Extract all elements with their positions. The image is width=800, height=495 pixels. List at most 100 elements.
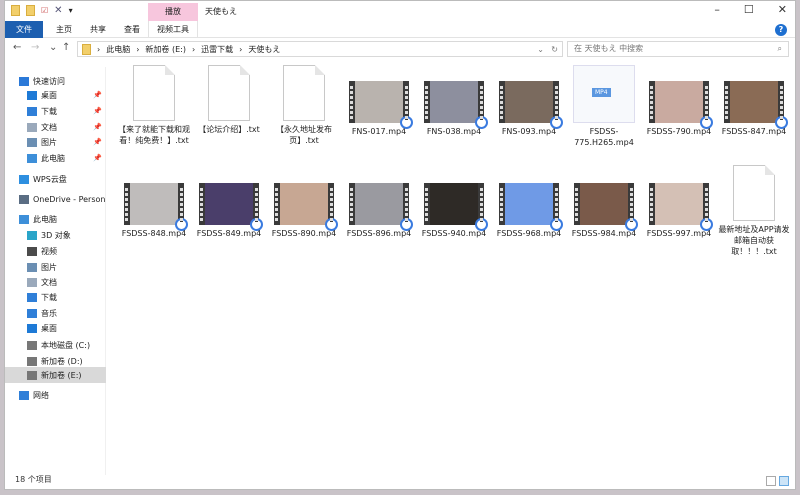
refresh-icon[interactable]: ↻ bbox=[551, 45, 558, 54]
tab-home[interactable]: 主页 bbox=[45, 21, 83, 38]
folder-icon bbox=[11, 5, 20, 16]
folder-icon bbox=[82, 43, 91, 55]
file-item[interactable]: 【永久地址发布页】.txt bbox=[267, 65, 341, 146]
help-icon[interactable]: ? bbox=[775, 24, 787, 36]
pin-icon[interactable]: 📌 bbox=[93, 107, 102, 115]
file-name: 最新地址及APP请发邮箱自动获取！！！.txt bbox=[718, 225, 790, 256]
tab-share[interactable]: 共享 bbox=[79, 21, 117, 38]
file-item[interactable]: FSDSS-847.mp4 bbox=[717, 65, 791, 137]
file-item[interactable]: FNS-017.mp4 bbox=[342, 65, 416, 137]
tab-view[interactable]: 查看 bbox=[113, 21, 151, 38]
video-thumbnail bbox=[499, 81, 563, 129]
file-item[interactable]: FSDSS-890.mp4 bbox=[267, 183, 341, 239]
breadcrumb-current[interactable]: 天使もえ bbox=[248, 44, 280, 55]
video-thumbnail bbox=[574, 183, 638, 231]
video-thumbnail bbox=[499, 183, 563, 231]
file-item[interactable]: FSDSS-997.mp4 bbox=[642, 183, 716, 239]
desktop-icon bbox=[27, 323, 37, 333]
maximize-button[interactable]: ☐ bbox=[744, 3, 754, 16]
pin-icon[interactable]: 📌 bbox=[93, 123, 102, 131]
pin-icon[interactable]: 📌 bbox=[93, 91, 102, 99]
large-icons-view-button[interactable] bbox=[779, 476, 789, 486]
sidebar-item[interactable]: 图片 📌 bbox=[5, 134, 106, 150]
videos-icon bbox=[27, 246, 37, 256]
video-thumbnail bbox=[649, 183, 713, 231]
file-item[interactable]: FSDSS-849.mp4 bbox=[192, 183, 266, 239]
file-item[interactable]: 【来了就能下载和观看！纯免费！】.txt bbox=[117, 65, 191, 146]
recent-locations-button[interactable]: ⌄ bbox=[49, 42, 57, 53]
sidebar-item[interactable]: 3D 对象 bbox=[5, 227, 106, 243]
download-icon bbox=[27, 106, 37, 116]
file-name: 【论坛介绍】.txt bbox=[198, 125, 260, 134]
player-badge-icon bbox=[400, 218, 413, 231]
forward-button[interactable]: → bbox=[31, 42, 39, 53]
file-item[interactable]: MP4 FSDSS-775.H265.mp4 bbox=[567, 65, 641, 148]
text-file-icon bbox=[733, 165, 775, 221]
file-item[interactable]: FSDSS-940.mp4 bbox=[417, 183, 491, 239]
title-bar: ☑ ✕ ▾ 播放 天使もえ – ☐ ✕ bbox=[5, 1, 795, 21]
sidebar-item[interactable]: 网络 bbox=[5, 387, 106, 403]
sidebar-item[interactable]: WPS云盘 bbox=[5, 171, 106, 187]
computer-icon bbox=[19, 214, 29, 224]
player-badge-icon bbox=[475, 116, 488, 129]
navigation-pane: 快速访问 桌面 📌 下载 📌 文档 📌 图片 📌 此电脑 📌 WPS云盘 OneDrive - Pers… bbox=[5, 67, 106, 475]
breadcrumb-this-pc[interactable]: 此电脑 bbox=[106, 44, 130, 55]
pin-icon[interactable]: 📌 bbox=[93, 138, 102, 146]
file-item[interactable]: FNS-038.mp4 bbox=[417, 65, 491, 137]
navigation-bar: ← → ⌄ ↑ › 此电脑 › 新加卷 (E:) › 迅雷下载 › 天使もえ ⌄… bbox=[5, 39, 795, 59]
tab-file[interactable]: 文件 bbox=[5, 21, 43, 38]
drive-icon bbox=[27, 356, 37, 366]
file-item[interactable]: FSDSS-968.mp4 bbox=[492, 183, 566, 239]
file-item[interactable]: FNS-093.mp4 bbox=[492, 65, 566, 137]
breadcrumb-drive-e[interactable]: 新加卷 (E:) bbox=[145, 44, 186, 55]
player-badge-icon bbox=[700, 116, 713, 129]
sidebar-item[interactable]: 视频 bbox=[5, 243, 106, 259]
address-dropdown-icon[interactable]: ⌄ bbox=[537, 45, 544, 54]
drive-c-icon bbox=[27, 340, 37, 350]
file-name: 【永久地址发布页】.txt bbox=[276, 125, 332, 145]
sidebar-item[interactable]: 此电脑 📌 bbox=[5, 150, 106, 166]
sidebar-item[interactable]: 文档 bbox=[5, 274, 106, 290]
video-thumbnail bbox=[649, 81, 713, 129]
pictures-icon bbox=[27, 137, 37, 147]
search-input[interactable]: 在 天使もえ 中搜索 ⌕ bbox=[567, 41, 789, 57]
details-view-button[interactable] bbox=[766, 476, 776, 486]
player-badge-icon bbox=[175, 218, 188, 231]
sidebar-item[interactable]: 图片 bbox=[5, 259, 106, 275]
sidebar-item[interactable]: 桌面 bbox=[5, 320, 106, 336]
sidebar-item[interactable]: 下载 📌 bbox=[5, 103, 106, 119]
file-item[interactable]: 最新地址及APP请发邮箱自动获取！！！.txt bbox=[717, 165, 791, 257]
breadcrumb-xunlei[interactable]: 迅雷下载 bbox=[201, 44, 233, 55]
file-item[interactable]: FSDSS-984.mp4 bbox=[567, 183, 641, 239]
properties-icon[interactable]: ☑ bbox=[41, 6, 48, 15]
player-badge-icon bbox=[250, 218, 263, 231]
tab-video-tools[interactable]: 视频工具 bbox=[148, 21, 198, 38]
new-folder-icon[interactable] bbox=[26, 5, 35, 16]
sidebar-item[interactable]: 音乐 bbox=[5, 305, 106, 321]
pin-icon[interactable]: 📌 bbox=[93, 154, 102, 162]
address-bar[interactable]: › 此电脑 › 新加卷 (E:) › 迅雷下载 › 天使もえ ⌄ ↻ bbox=[77, 41, 563, 57]
sidebar-item[interactable]: 此电脑 bbox=[5, 211, 106, 227]
sidebar-item[interactable]: 桌面 📌 bbox=[5, 87, 106, 103]
document-icon bbox=[27, 122, 37, 132]
sidebar-item-label: 此电脑 bbox=[41, 153, 65, 163]
delete-icon[interactable]: ✕ bbox=[54, 5, 62, 16]
search-icon: ⌕ bbox=[777, 44, 782, 53]
sidebar-item[interactable]: 文档 📌 bbox=[5, 119, 106, 135]
close-button[interactable]: ✕ bbox=[778, 3, 787, 16]
file-item[interactable]: FSDSS-790.mp4 bbox=[642, 65, 716, 137]
minimize-button[interactable]: – bbox=[714, 3, 720, 16]
file-item[interactable]: 【论坛介绍】.txt bbox=[192, 65, 266, 135]
cloud-icon bbox=[19, 174, 29, 184]
sidebar-item[interactable]: 新加卷 (E:) bbox=[5, 367, 106, 383]
sidebar-item[interactable]: OneDrive - Personal bbox=[5, 191, 106, 207]
file-item[interactable]: FSDSS-896.mp4 bbox=[342, 183, 416, 239]
file-item[interactable]: FSDSS-848.mp4 bbox=[117, 183, 191, 239]
sidebar-item-label: 新加卷 (D:) bbox=[41, 356, 83, 366]
customize-toolbar-icon[interactable]: ▾ bbox=[69, 6, 73, 15]
sidebar-item[interactable]: 下载 bbox=[5, 289, 106, 305]
up-button[interactable]: ↑ bbox=[62, 42, 70, 53]
back-button[interactable]: ← bbox=[13, 42, 21, 53]
sidebar-item[interactable]: 本地磁盘 (C:) bbox=[5, 337, 106, 353]
sidebar-item-label: 视频 bbox=[41, 246, 57, 256]
